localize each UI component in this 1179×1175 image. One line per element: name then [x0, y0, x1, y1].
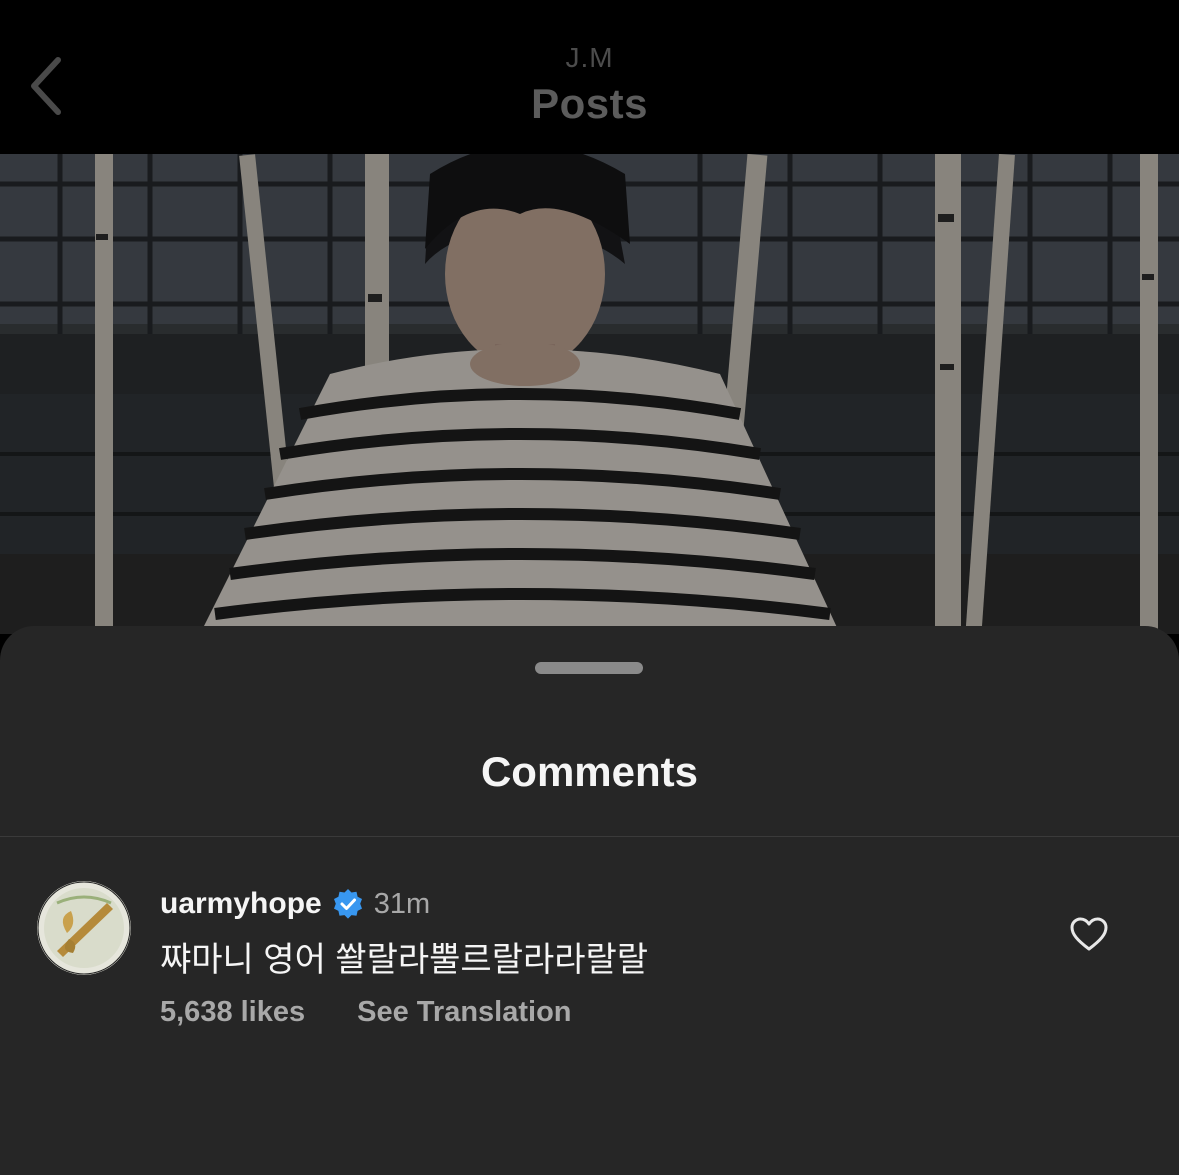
comment-text: 쨔마니 영어 쏼랄라뿔르랄라라랄랄: [160, 941, 649, 979]
heart-outline-icon: [1070, 917, 1108, 951]
sheet-drag-handle[interactable]: [535, 662, 643, 674]
post-media: [0, 154, 1179, 634]
comment-meta: uarmyhope 31m: [160, 884, 430, 924]
avatar[interactable]: [37, 881, 131, 975]
like-button[interactable]: [1066, 912, 1112, 956]
likes-count-link[interactable]: 5,638 likes: [160, 996, 305, 1029]
top-nav-bar: J.M Posts: [0, 0, 1179, 154]
comment-username[interactable]: uarmyhope: [160, 887, 322, 921]
post-comments-screen: J.M Posts Comments uarmyhope 31m 쨔마니 영어 …: [0, 0, 1179, 1175]
comments-sheet: Comments uarmyhope 31m 쨔마니 영어 쏼랄라뿔르랄라라랄랄…: [0, 626, 1179, 1175]
sheet-divider: [0, 836, 1179, 837]
account-name: J.M: [565, 42, 614, 73]
verified-badge-icon: [332, 888, 364, 920]
see-translation-link[interactable]: See Translation: [357, 996, 571, 1029]
comment-item: uarmyhope 31m 쨔마니 영어 쏼랄라뿔르랄라라랄랄 5,638 li…: [0, 876, 1179, 1056]
page-title: Posts: [531, 80, 648, 127]
comments-title: Comments: [480, 748, 699, 795]
avatar-image: [37, 881, 131, 975]
photo-dim-overlay: [0, 154, 1179, 634]
comment-timestamp: 31m: [373, 887, 431, 920]
comment-actions: 5,638 likes See Translation: [160, 996, 572, 1029]
